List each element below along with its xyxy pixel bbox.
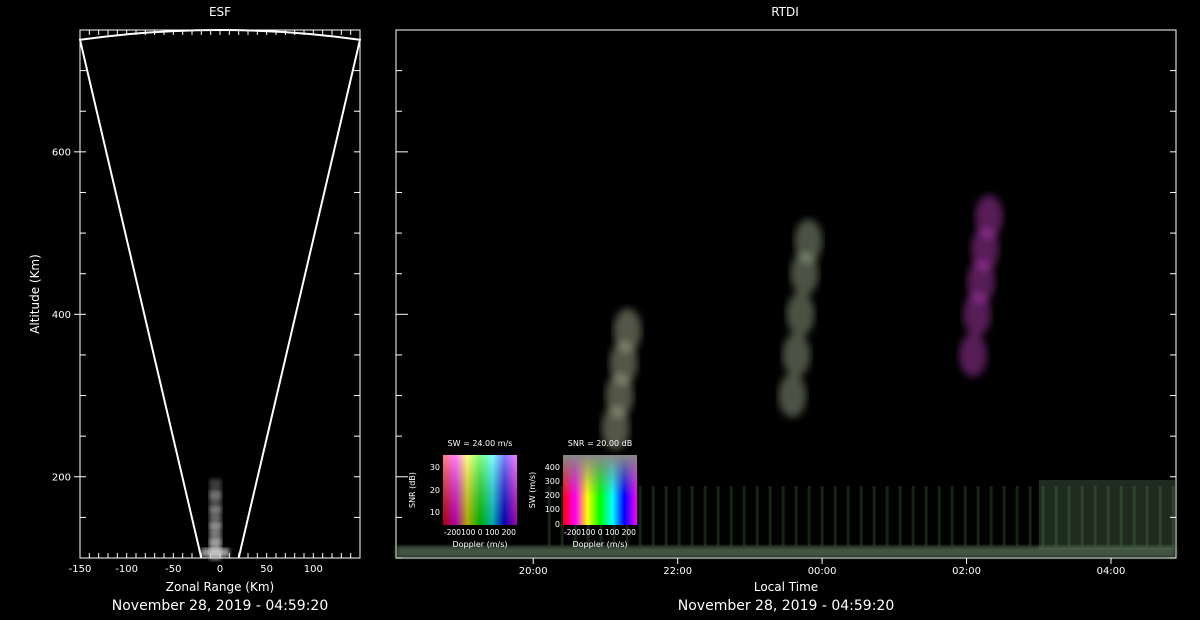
ground-stripe [1028, 486, 1032, 546]
ground-stripe [807, 486, 811, 546]
inset2-ytick: 400 [545, 463, 560, 472]
inset1-xticks: -200100 0 100 200 [444, 528, 516, 537]
ground-stripe [781, 486, 785, 546]
esf-panel: -150 -100 -50 0 50 100 200 400 600 [52, 29, 362, 575]
ground-stripe [794, 486, 798, 546]
rtdi-x-tick-label: 00:00 [808, 566, 837, 577]
plume-blob [794, 219, 823, 264]
inset2-ytick: 300 [545, 477, 560, 486]
rtdi-x-tick-label: 02:00 [952, 566, 981, 577]
plume-blob [613, 308, 642, 353]
ground-stripe [729, 486, 733, 546]
ground-stripe [963, 486, 967, 546]
ground-stripe [742, 486, 746, 546]
esf-echo-base [201, 548, 230, 557]
plume-blob [975, 194, 1003, 239]
esf-x-tick-label: -100 [115, 564, 138, 575]
ground-stripe [638, 486, 642, 546]
ground-stripe [898, 486, 902, 546]
inset1-ytick: 20 [430, 486, 440, 495]
ground-stripe [716, 486, 720, 546]
ground-stripe [872, 486, 876, 546]
ground-stripe [989, 486, 993, 546]
inset1-ylabel: SNR (dB) [408, 472, 417, 508]
esf-frame [79, 29, 361, 559]
rtdi-panel: 20:00 22:00 00:00 02:00 04:00 SW = 24.00 m/s… [395, 29, 1177, 577]
esf-x-tick-label: -50 [165, 564, 181, 575]
ground-stripe [651, 486, 655, 546]
ground-stripe [820, 486, 824, 546]
inset1-ytick: 30 [430, 463, 440, 472]
plume-blob [786, 292, 815, 337]
rtdi-x-tick-label: 04:00 [1097, 566, 1126, 577]
plume-blob [782, 332, 811, 377]
inset1-shade [443, 455, 517, 525]
ground-stripe [755, 486, 759, 546]
inset1-ytick: 10 [430, 508, 440, 517]
ground-stripe [703, 486, 707, 546]
plume-blob [959, 332, 987, 377]
ground-stripe [924, 486, 928, 546]
esf-x-tick-label: 0 [217, 564, 223, 575]
rtdi-x-tick-label: 22:00 [663, 566, 692, 577]
ground-stripe [885, 486, 889, 546]
chart-canvas: -150 -100 -50 0 50 100200400600 20:00 22:00 00:… [52, 29, 1177, 577]
inset1-title: SW = 24.00 m/s [448, 439, 513, 448]
ground-stripe [950, 486, 954, 546]
ground-stripe [859, 486, 863, 546]
esf-y-tick-label: 400 [52, 310, 71, 321]
rtdi-x-tick-label: 20:00 [519, 566, 548, 577]
inset2-xlabel: Doppler (m/s) [572, 540, 627, 549]
ground-stripe [911, 486, 915, 546]
ground-stripe [846, 486, 850, 546]
plume-blob [778, 373, 807, 418]
esf-x-tick-label: 100 [304, 564, 323, 575]
inset2-ylabel: SW (m/s) [528, 472, 537, 508]
ground-stripe [976, 486, 980, 546]
esf-y-tick-label: 200 [52, 472, 71, 483]
ground-stripe [1002, 486, 1006, 546]
esf-y-tick-label: 600 [52, 147, 71, 158]
ground-late-block [1038, 480, 1176, 550]
inset2-ytick: 200 [545, 491, 560, 500]
ground-stripe [1015, 486, 1019, 546]
esf-echo-blob [209, 478, 222, 499]
ground-stripe [768, 486, 772, 546]
ground-stripe [690, 486, 694, 546]
esf-x-tick-label: -150 [69, 564, 92, 575]
inset2-xticks: -200100 0 100 200 [564, 528, 636, 537]
inset2-ytick: 0 [555, 520, 560, 529]
esf-x-tick-label: 50 [260, 564, 273, 575]
ground-stripe [664, 486, 668, 546]
inset2-title: SNR = 20.00 dB [568, 439, 632, 448]
inset2-shade [563, 455, 637, 525]
ground-stripe [937, 486, 941, 546]
inset2-ytick: 100 [545, 505, 560, 514]
ground-stripe [677, 486, 681, 546]
inset1-xlabel: Doppler (m/s) [452, 540, 507, 549]
ground-stripe [833, 486, 837, 546]
